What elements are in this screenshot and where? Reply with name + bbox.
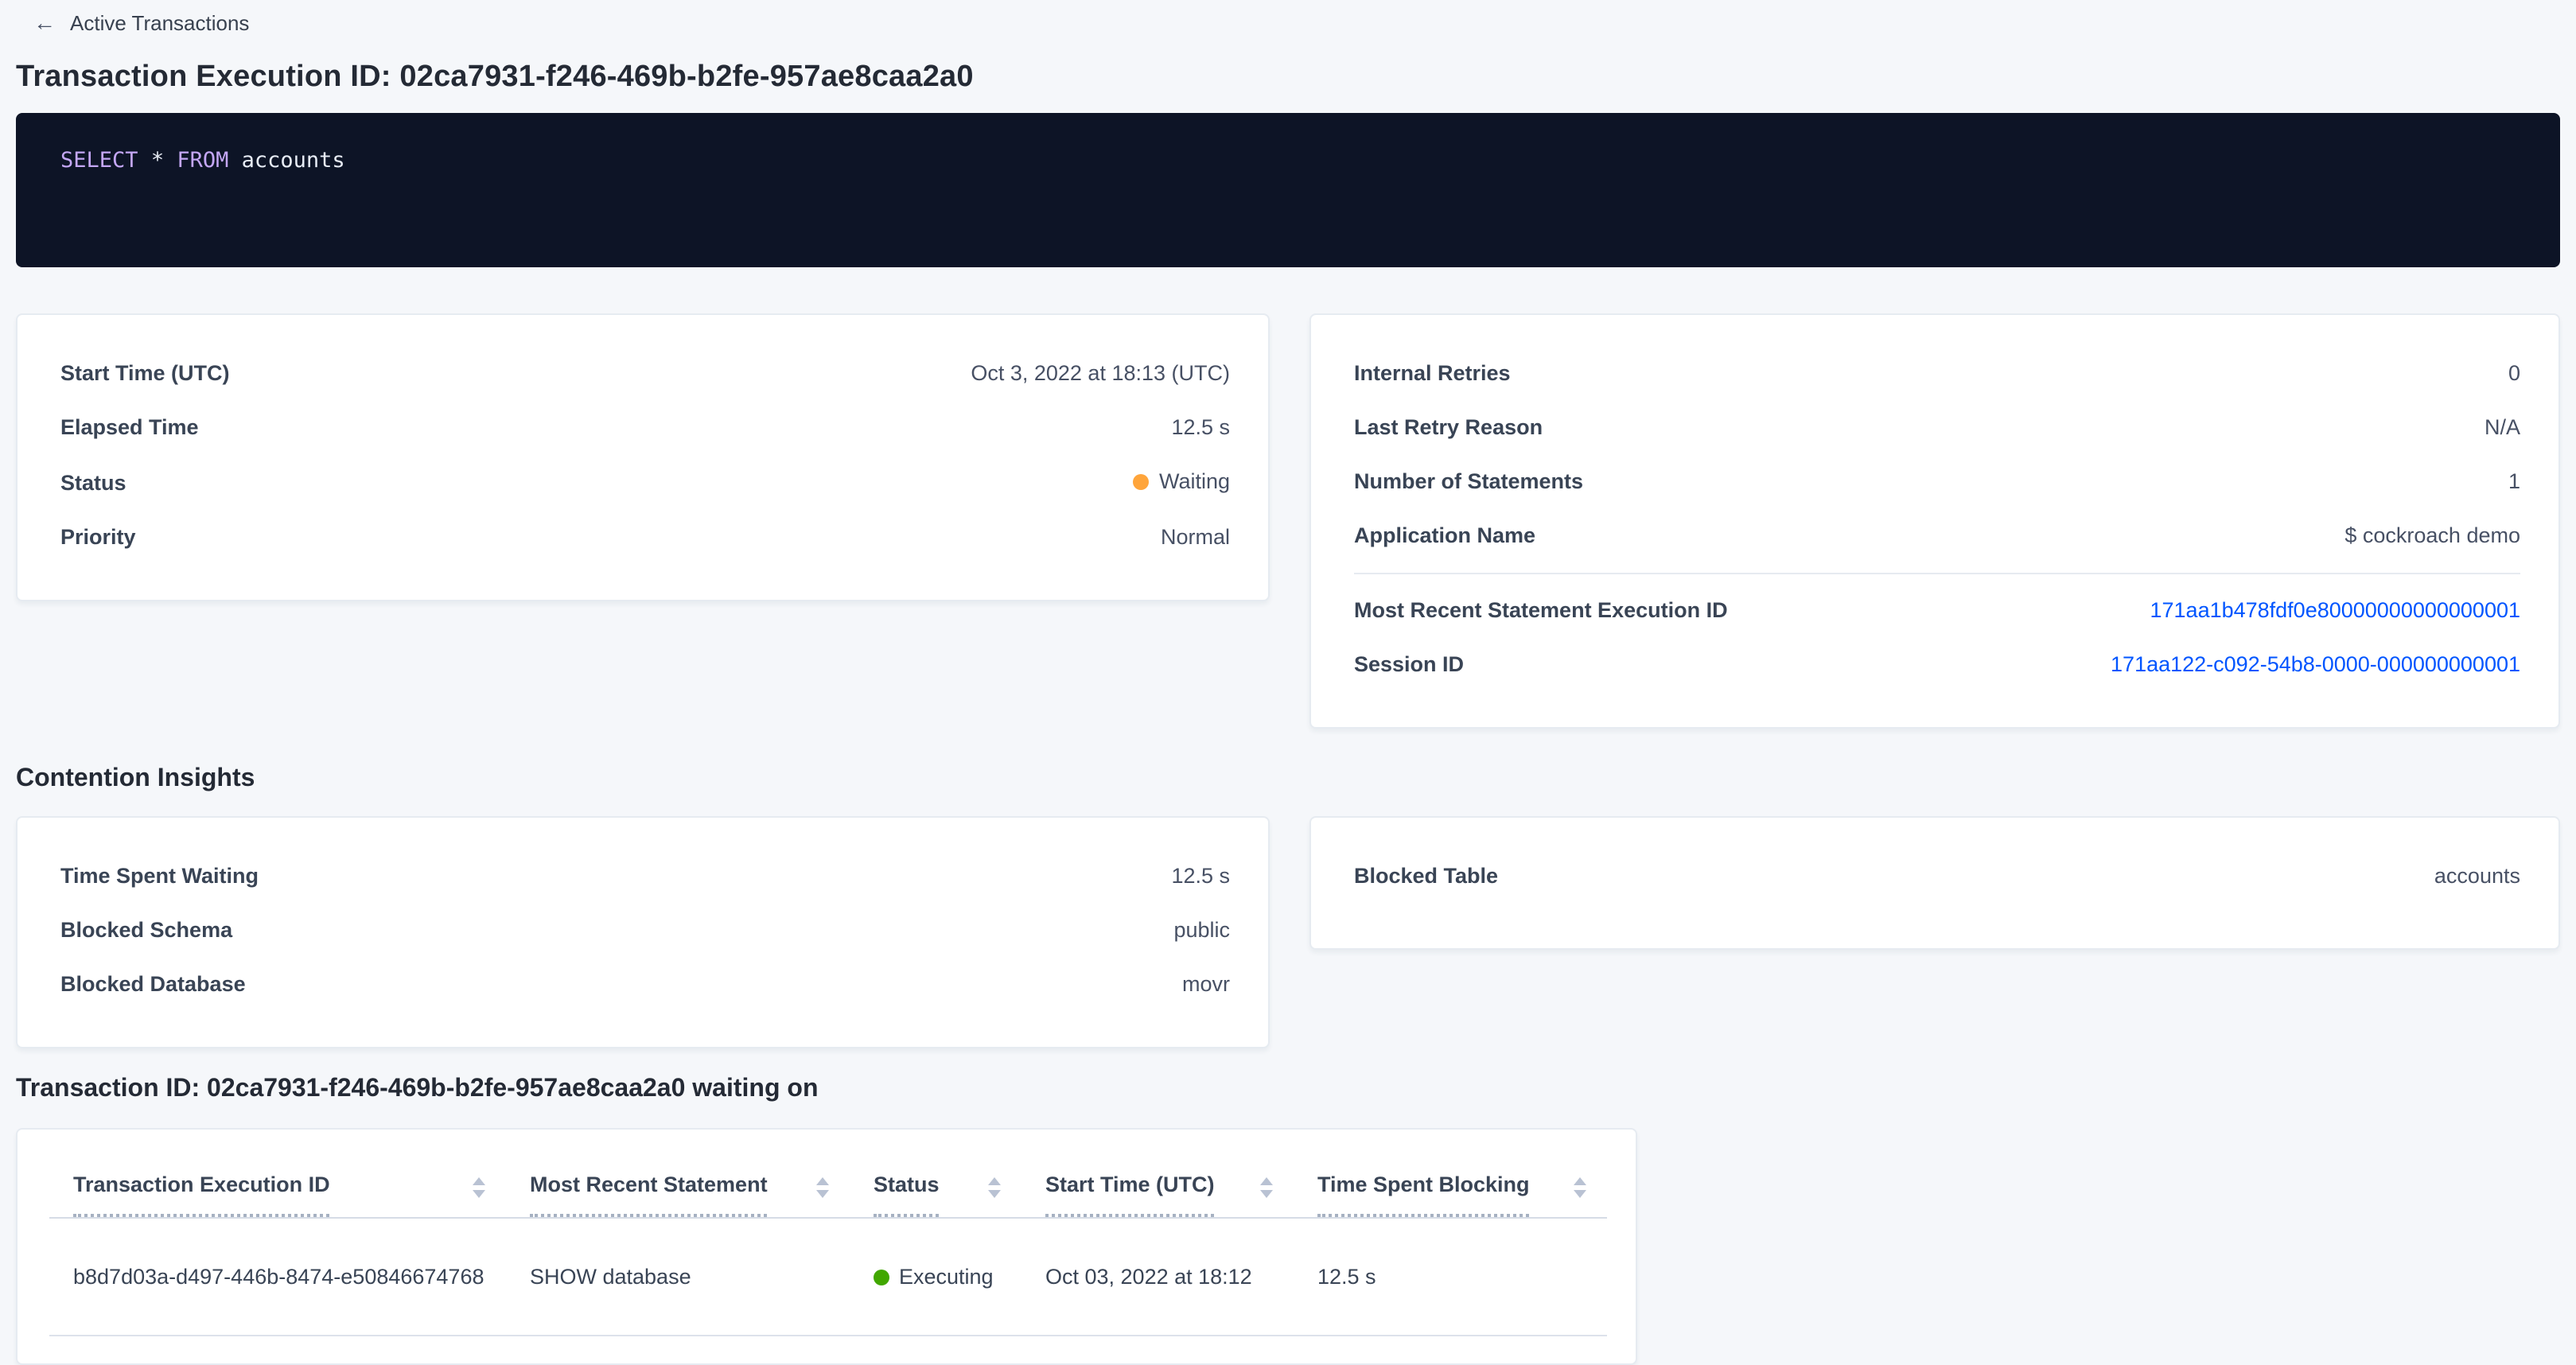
row-value: Normal: [1161, 523, 1230, 552]
row-label: Internal Retries: [1354, 360, 1511, 388]
row-value: N/A: [2485, 414, 2520, 442]
row-application-name: Application Name $ cockroach demo: [1354, 522, 2520, 550]
breadcrumb-back-active-transactions[interactable]: ← Active Transactions: [16, 0, 249, 35]
row-status: Status Waiting: [60, 468, 1230, 498]
column-header-start-time[interactable]: Start Time (UTC): [1045, 1170, 1317, 1216]
sort-icon[interactable]: [473, 1176, 485, 1197]
row-value: accounts: [2434, 863, 2520, 892]
row-blocked-table: Blocked Table accounts: [1354, 863, 2520, 892]
row-internal-retries: Internal Retries 0: [1354, 360, 2520, 388]
column-header-label[interactable]: Transaction Execution ID: [73, 1170, 330, 1216]
row-label: Time Spent Waiting: [60, 863, 259, 892]
cell-transaction-execution-id: b8d7d03a-d497-446b-8474-e50846674768: [73, 1262, 530, 1291]
contention-cards-row: Time Spent Waiting 12.5 s Blocked Schema…: [16, 817, 2560, 1049]
contention-card-left: Time Spent Waiting 12.5 s Blocked Schema…: [16, 817, 1270, 1049]
sql-keyword-select: SELECT: [60, 148, 138, 173]
status-text: Executing: [899, 1262, 994, 1291]
cell-start-time: Oct 03, 2022 at 18:12: [1045, 1262, 1317, 1291]
row-value: 0: [2508, 360, 2520, 388]
column-header-time-spent-blocking[interactable]: Time Spent Blocking: [1317, 1170, 1631, 1216]
table-row: b8d7d03a-d497-446b-8474-e50846674768 SHO…: [18, 1218, 1636, 1334]
row-label: Blocked Table: [1354, 863, 1498, 892]
row-elapsed-time: Elapsed Time 12.5 s: [60, 414, 1230, 442]
row-label: Blocked Schema: [60, 917, 232, 946]
row-start-time: Start Time (UTC) Oct 3, 2022 at 18:13 (U…: [60, 360, 1230, 388]
row-label: Start Time (UTC): [60, 360, 230, 388]
row-label: Number of Statements: [1354, 468, 1583, 496]
contention-card-right: Blocked Table accounts: [1309, 817, 2560, 951]
column-header-status[interactable]: Status: [874, 1170, 1045, 1216]
transaction-details-page: ← Active Transactions Transaction Execut…: [0, 0, 2576, 1365]
overview-card-left: Start Time (UTC) Oct 3, 2022 at 18:13 (U…: [16, 313, 1270, 601]
sql-statement-text: SELECT * FROM accounts: [60, 148, 345, 173]
row-label: Most Recent Statement Execution ID: [1354, 597, 1728, 625]
row-label: Priority: [60, 523, 136, 552]
row-label: Last Retry Reason: [1354, 414, 1543, 442]
cell-time-spent-blocking: 12.5 s: [1317, 1262, 1631, 1291]
sql-table-name: accounts: [228, 148, 344, 173]
waiting-status-dot-icon: [1134, 474, 1150, 490]
column-header-label[interactable]: Status: [874, 1170, 940, 1216]
sort-icon[interactable]: [816, 1176, 829, 1197]
waiting-table-header-row: Transaction Execution ID Most Recent Sta…: [18, 1170, 1636, 1216]
row-most-recent-statement-execution-id: Most Recent Statement Execution ID 171aa…: [1354, 597, 2520, 625]
overview-card-right: Internal Retries 0 Last Retry Reason N/A…: [1309, 313, 2560, 729]
sql-statement-box: SELECT * FROM accounts: [16, 113, 2560, 267]
table-row-divider: [49, 1334, 1607, 1336]
row-blocked-database: Blocked Database movr: [60, 971, 1230, 1000]
row-time-spent-waiting: Time Spent Waiting 12.5 s: [60, 863, 1230, 892]
statement-execution-id-link[interactable]: 171aa1b478fdf0e80000000000000001: [2150, 597, 2521, 625]
row-value: $ cockroach demo: [2344, 522, 2520, 550]
status-text: Waiting: [1159, 468, 1230, 496]
sort-icon[interactable]: [988, 1176, 1001, 1197]
status-value: Waiting: [1134, 468, 1230, 496]
back-arrow-icon: ←: [33, 10, 56, 35]
waiting-on-table-card: Transaction Execution ID Most Recent Sta…: [16, 1127, 1637, 1364]
row-number-of-statements: Number of Statements 1: [1354, 468, 2520, 496]
sort-icon[interactable]: [1260, 1176, 1273, 1197]
contention-insights-heading: Contention Insights: [16, 764, 2560, 795]
sql-keyword-from: FROM: [177, 148, 228, 173]
column-header-transaction-execution-id[interactable]: Transaction Execution ID: [73, 1170, 530, 1216]
row-label: Blocked Database: [60, 971, 246, 1000]
row-value: 12.5 s: [1171, 414, 1230, 442]
cell-status: Executing: [874, 1262, 1045, 1291]
row-label: Application Name: [1354, 522, 1535, 550]
waiting-on-heading: Transaction ID: 02ca7931-f246-469b-b2fe-…: [16, 1075, 2560, 1106]
column-header-label[interactable]: Most Recent Statement: [530, 1170, 768, 1216]
column-header-label[interactable]: Start Time (UTC): [1045, 1170, 1215, 1216]
row-last-retry-reason: Last Retry Reason N/A: [1354, 414, 2520, 442]
row-value: Oct 3, 2022 at 18:13 (UTC): [971, 360, 1230, 388]
column-header-label[interactable]: Time Spent Blocking: [1317, 1170, 1530, 1216]
sort-icon[interactable]: [1574, 1176, 1586, 1197]
sql-star: *: [138, 148, 177, 173]
executing-status-dot-icon: [874, 1269, 889, 1285]
row-session-id: Session ID 171aa122-c092-54b8-0000-00000…: [1354, 651, 2520, 679]
row-value: public: [1173, 917, 1230, 946]
row-value: movr: [1182, 971, 1230, 1000]
card-divider: [1354, 573, 2520, 574]
page-title: Transaction Execution ID: 02ca7931-f246-…: [16, 60, 2560, 95]
row-label: Elapsed Time: [60, 414, 199, 442]
row-value: 12.5 s: [1171, 863, 1230, 892]
row-blocked-schema: Blocked Schema public: [60, 917, 1230, 946]
row-label: Session ID: [1354, 651, 1464, 679]
session-id-link[interactable]: 171aa122-c092-54b8-0000-000000000001: [2111, 651, 2520, 679]
overview-cards-row: Start Time (UTC) Oct 3, 2022 at 18:13 (U…: [16, 313, 2560, 729]
row-priority: Priority Normal: [60, 523, 1230, 552]
cell-most-recent-statement: SHOW database: [530, 1262, 874, 1291]
scaled-viewport: ← Active Transactions Transaction Execut…: [0, 0, 2576, 1365]
column-header-most-recent-statement[interactable]: Most Recent Statement: [530, 1170, 874, 1216]
breadcrumb-label: Active Transactions: [70, 10, 249, 34]
row-value: 1: [2508, 468, 2520, 496]
row-label: Status: [60, 469, 126, 498]
